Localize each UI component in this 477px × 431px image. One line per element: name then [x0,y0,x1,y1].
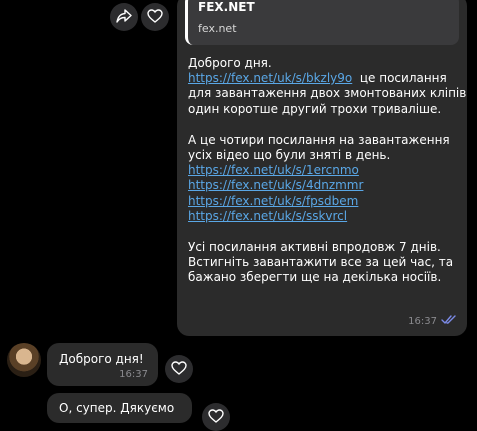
incoming-text-2: О, супер. Дякуємо [59,401,175,415]
preview-domain: fex.net [198,22,237,35]
like-button-incoming-1[interactable] [165,355,193,383]
greeting-line: Доброго дня. [188,56,272,70]
line8: Встигніть завантажити все за цей час, та [188,255,454,270]
line2-rest: це посилання [352,71,447,86]
line4: один коротше другий трохи триваліше. [188,101,442,116]
incoming-message-2[interactable]: О, супер. Дякуємо [47,393,192,423]
heart-icon [147,8,163,27]
heart-icon [171,360,187,379]
heart-icon [208,408,224,427]
incoming-time-1: 16:37 [119,369,148,380]
share-icon [116,8,132,27]
link-fpsdbem[interactable]: https://fex.net/uk/s/fpsdbem [188,194,358,208]
line6: усіх відео що були зняті в день. [188,148,391,163]
preview-title: FEX.NET [198,0,255,14]
line5: А це чотири посилання на завантаження [188,132,450,147]
share-button[interactable] [110,3,138,31]
outgoing-message[interactable]: FEX.NET fex.net Доброго дня. https://fex… [177,0,467,336]
link-bkzly9o[interactable]: https://fex.net/uk/s/bkzly9o [188,71,352,85]
line7: Усі посилання активні впродовж 7 днів. [188,240,441,255]
double-check-icon [441,315,457,328]
like-button-top[interactable] [141,3,169,31]
line-link1: https://fex.net/uk/s/bkzly9o це посиланн… [188,71,458,86]
line3: для завантаження двох змонтованих кліпів [188,86,467,101]
link-sskvrcl[interactable]: https://fex.net/uk/s/sskvrcl [188,209,347,223]
incoming-text-1: Доброго дня! [59,352,144,366]
link-4dnzmmr[interactable]: https://fex.net/uk/s/4dnzmmr [188,178,363,192]
link-1ercnmo[interactable]: https://fex.net/uk/s/1ercnmo [188,163,359,177]
line9: бажано зберегти ще на декілька носіїв. [188,270,442,285]
message-time: 16:37 [408,316,437,327]
like-button-incoming-2[interactable] [202,403,230,431]
incoming-message-1[interactable]: Доброго дня! 16:37 [47,343,158,386]
message-text: Доброго дня. https://fex.net/uk/s/bkzly9… [188,56,467,286]
incoming-meta-1: 16:37 [119,369,148,380]
message-meta: 16:37 [408,315,457,328]
link-preview[interactable]: FEX.NET fex.net [185,0,459,45]
avatar[interactable] [7,343,41,377]
